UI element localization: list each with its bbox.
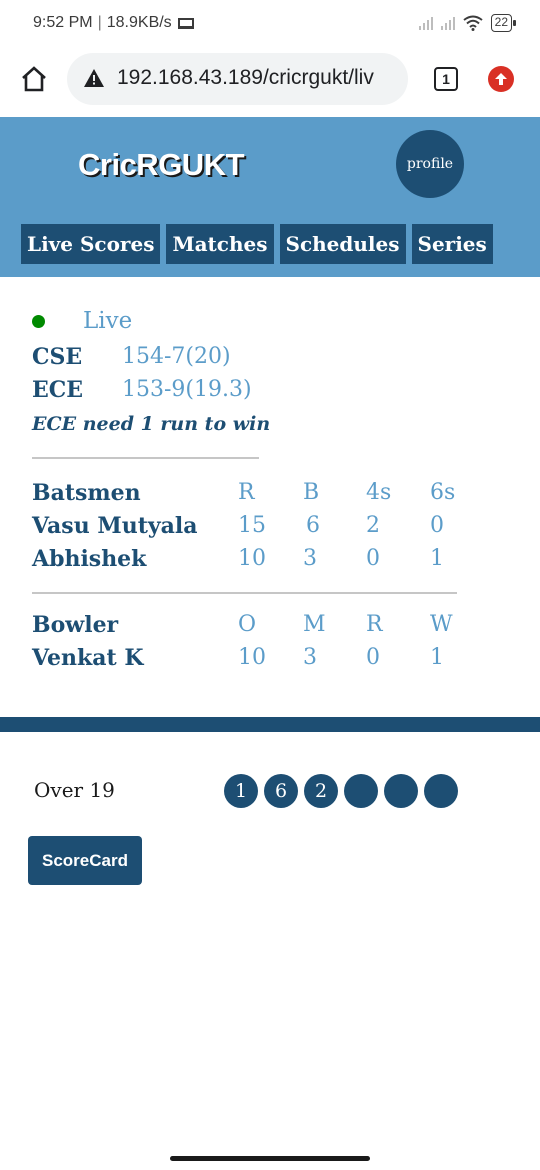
team-score-row: ECE 153-9(19.3)	[32, 377, 252, 403]
address-bar[interactable]: 192.168.43.189/cricrgukt/liv	[67, 53, 408, 105]
ball-indicator	[384, 774, 418, 808]
status-right: 22	[418, 14, 517, 32]
col-header: 4s	[366, 480, 392, 505]
status-separator: |	[97, 14, 102, 31]
stat-cell: 3	[303, 645, 317, 670]
gesture-navigation-bar[interactable]	[170, 1156, 370, 1161]
stat-cell: 15	[238, 513, 266, 538]
browser-toolbar: 192.168.43.189/cricrgukt/liv 1	[0, 48, 540, 116]
nav-schedules[interactable]: Schedules	[279, 224, 406, 264]
batsman-name: Vasu Mutyala	[32, 513, 198, 539]
bowling-header: Bowler O M R W	[32, 612, 512, 642]
table-row: Vasu Mutyala 15 6 2 0	[32, 513, 512, 543]
section-divider-band	[0, 717, 540, 732]
status-time: 9:52 PM	[33, 14, 93, 31]
network-speed: 18.9KB/s	[106, 14, 172, 31]
stat-cell: 10	[238, 645, 266, 670]
team-score: 154-7(20)	[122, 344, 231, 369]
stat-cell: 3	[303, 546, 317, 571]
divider	[32, 457, 259, 459]
live-indicator: Live	[32, 308, 132, 334]
team-name: CSE	[32, 344, 83, 370]
warning-icon[interactable]	[83, 68, 105, 88]
wifi-icon	[463, 15, 483, 31]
ball-indicator: 2	[304, 774, 338, 808]
tab-switcher-button[interactable]: 1	[434, 67, 458, 91]
table-row: Abhishek 10 3 0 1	[32, 546, 512, 576]
team-name: ECE	[32, 377, 84, 403]
stat-cell: 1	[430, 645, 444, 670]
status-bar: 9:52 PM | 18.9KB/s 22	[0, 0, 540, 48]
col-header: R	[238, 480, 255, 505]
col-header: B	[303, 480, 320, 505]
status-left: 9:52 PM | 18.9KB/s	[33, 14, 194, 32]
scorecard-button[interactable]: ScoreCard	[28, 836, 142, 885]
live-status: Live	[83, 308, 133, 334]
over-balls: 1 6 2	[224, 774, 458, 808]
profile-button[interactable]: profile	[396, 130, 464, 198]
nav-matches[interactable]: Matches	[166, 224, 274, 264]
over-label: Over 19	[34, 778, 115, 802]
team-score: 153-9(19.3)	[122, 377, 252, 402]
col-header: Bowler	[32, 612, 119, 638]
ball-indicator: 1	[224, 774, 258, 808]
divider	[32, 592, 457, 594]
stat-cell: 0	[430, 513, 444, 538]
col-header: W	[430, 612, 453, 637]
ball-indicator	[344, 774, 378, 808]
stat-cell: 10	[238, 546, 266, 571]
url-text: 192.168.43.189/cricrgukt/liv	[117, 66, 374, 89]
signal-icon-2	[440, 16, 455, 30]
col-header: O	[238, 612, 257, 637]
bowler-name: Venkat K	[32, 645, 144, 671]
col-header: R	[366, 612, 383, 637]
ball-indicator: 6	[264, 774, 298, 808]
stat-cell: 0	[366, 546, 380, 571]
site-header: CricRGUKT profile Live Scores Matches Sc…	[0, 117, 540, 277]
battery-icon: 22	[490, 14, 517, 32]
main-nav: Live Scores Matches Schedules Series	[21, 224, 493, 264]
match-situation: ECE need 1 run to win	[32, 413, 271, 435]
batsman-name: Abhishek	[32, 546, 147, 572]
home-icon[interactable]	[20, 65, 48, 93]
site-logo[interactable]: CricRGUKT	[78, 147, 245, 183]
team-score-row: CSE 154-7(20)	[32, 344, 231, 370]
live-dot-icon	[32, 314, 45, 328]
screen-cast-icon	[177, 17, 194, 29]
col-header: M	[303, 612, 326, 637]
stat-cell: 6	[306, 513, 320, 538]
batting-header: Batsmen R B 4s 6s	[32, 480, 512, 510]
stat-cell: 0	[366, 645, 380, 670]
ball-indicator	[424, 774, 458, 808]
nav-live-scores[interactable]: Live Scores	[21, 224, 161, 264]
col-header: Batsmen	[32, 480, 141, 506]
nav-series[interactable]: Series	[411, 224, 493, 264]
stat-cell: 1	[430, 546, 444, 571]
col-header: 6s	[430, 480, 456, 505]
stat-cell: 2	[366, 513, 380, 538]
table-row: Venkat K 10 3 0 1	[32, 645, 512, 675]
update-icon[interactable]	[488, 66, 514, 92]
signal-icon	[418, 16, 433, 30]
